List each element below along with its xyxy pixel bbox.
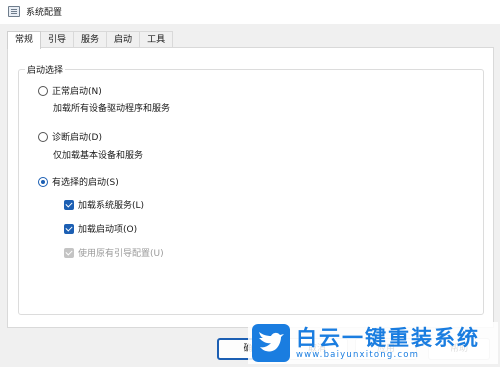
checkbox (64, 247, 74, 258)
tab-panel-general: 启动选择 正常启动(N) 加载所有设备驱动程序和服务 诊断启动(D) 仅加载基本… (7, 47, 494, 328)
radio-normal-startup[interactable]: 正常启动(N) (38, 84, 102, 97)
tab-boot[interactable]: 引导 (40, 31, 75, 48)
window-title: 系统配置 (26, 8, 63, 18)
radio-diagnostic-startup[interactable]: 诊断启动(D) (38, 130, 102, 143)
checkbox-label: 使用原有引导配置(U) (78, 249, 164, 259)
tab-strip: 常规 引导 服务 启动 工具 (7, 31, 174, 49)
radio-label: 正常启动(N) (52, 87, 102, 97)
checkbox[interactable] (64, 199, 74, 210)
checkbox-label: 加载系统服务(L) (78, 201, 145, 211)
checkbox-load-startup-items[interactable]: 加载启动项(O) (64, 222, 137, 235)
msconfig-icon (8, 6, 20, 17)
watermark-brand: 白云一键重装系统 (296, 326, 480, 350)
radio-button[interactable] (38, 176, 48, 187)
diagnostic-startup-desc: 仅加载基本设备和服务 (53, 151, 144, 161)
tab-startup[interactable]: 启动 (106, 31, 141, 48)
checkbox-use-original-boot-config: 使用原有引导配置(U) (64, 246, 164, 259)
group-label: 启动选择 (25, 63, 66, 76)
bird-logo-icon (252, 324, 290, 362)
tab-tools[interactable]: 工具 (139, 31, 174, 48)
title-bar: 系统配置 (0, 0, 500, 24)
startup-selection-group: 启动选择 正常启动(N) 加载所有设备驱动程序和服务 诊断启动(D) 仅加载基本… (18, 63, 484, 315)
checkbox[interactable] (64, 223, 74, 234)
radio-label: 有选择的启动(S) (52, 178, 119, 188)
tab-general[interactable]: 常规 (7, 31, 42, 49)
checkbox-label: 加载启动项(O) (78, 225, 138, 235)
radio-selective-startup[interactable]: 有选择的启动(S) (38, 175, 119, 188)
radio-label: 诊断启动(D) (52, 133, 102, 143)
checkbox-load-system-services[interactable]: 加载系统服务(L) (64, 198, 144, 211)
normal-startup-desc: 加载所有设备驱动程序和服务 (53, 104, 171, 114)
watermark: 白云一键重装系统 www.baiyunxitong.com (248, 322, 498, 364)
radio-button[interactable] (38, 85, 48, 96)
radio-button[interactable] (38, 131, 48, 142)
watermark-url: www.baiyunxitong.com (296, 350, 420, 360)
tab-services[interactable]: 服务 (73, 31, 108, 48)
